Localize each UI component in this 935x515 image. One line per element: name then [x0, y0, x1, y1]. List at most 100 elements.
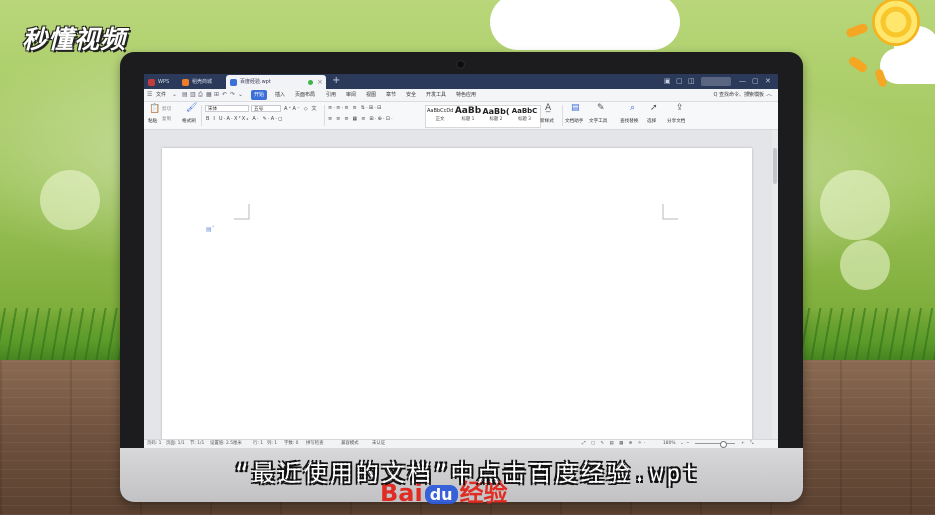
cloud-graphic: [490, 0, 680, 50]
vertical-scrollbar[interactable]: [772, 130, 778, 441]
preview-icon[interactable]: ▦: [206, 90, 212, 100]
find-replace-icon[interactable]: ⌕: [630, 103, 635, 113]
new-tab-button[interactable]: +: [332, 74, 340, 88]
font-size-grow-shrink-icons[interactable]: A⁺A⁻ ◇ 文: [284, 105, 318, 112]
bokeh-light: [40, 170, 100, 230]
paragraph-align-icons[interactable]: ≡ ≡ ≡ ▦ ≡ ⊞·⊕·⊡·: [328, 116, 394, 122]
font-style-icons[interactable]: B I U·A·X²X₂ A· ✎·A·◻: [206, 116, 284, 122]
webcam-icon: [456, 60, 465, 69]
tab-document[interactable]: 百度经验.wpt ×: [226, 75, 326, 89]
save-icon[interactable]: ▤: [182, 90, 188, 100]
pin-icon[interactable]: ◫: [688, 74, 695, 89]
monitor-frame: WPS 稻壳商城 百度经验.wpt × + ▣ ▢ ◫ — ▢ ✕ ☰ 文件 ⌄…: [120, 52, 803, 502]
cut-button[interactable]: 剪切: [162, 106, 171, 112]
status-compat-mode: 兼容模式: [341, 441, 359, 446]
dropdown-icon[interactable]: ⌄: [172, 90, 177, 100]
tab-wps-home[interactable]: WPS: [144, 75, 178, 89]
divider: [201, 105, 202, 126]
cloud-graphic: [880, 26, 935, 84]
scrollbar-thumb[interactable]: [773, 148, 777, 184]
document-icon: [230, 79, 237, 86]
text-tools-icon[interactable]: ✎: [597, 103, 605, 113]
document-page[interactable]: ▤ˇ: [162, 148, 752, 448]
view-mode-icons[interactable]: ⤢ ▢ ✎ ▤ ▦ ⊕ ☼·: [582, 440, 647, 448]
paste-button[interactable]: 粘贴: [148, 118, 157, 124]
menu-developer[interactable]: 开发工具: [423, 90, 449, 100]
print-icon[interactable]: ⎙: [198, 90, 203, 100]
wps-window: WPS 稻壳商城 百度经验.wpt × + ▣ ▢ ◫ — ▢ ✕ ☰ 文件 ⌄…: [144, 74, 778, 448]
menu-home[interactable]: 开始: [251, 90, 268, 100]
new-style-button[interactable]: 新样式: [540, 118, 554, 124]
menu-bar: ☰ 文件 ⌄ ▤ ▥ ⎙ ▦ ⊞ ↶ ↷ ⌄ 开始 插入 页面布局 引用 审阅 …: [144, 89, 778, 102]
dropdown-icon[interactable]: ⌄: [238, 90, 243, 100]
close-window-icon[interactable]: ✕: [765, 74, 771, 89]
copy-button[interactable]: 复制: [162, 116, 171, 122]
status-bar: 页码: 1 页面: 1/1 节: 1/1 设置值: 2.5厘米 行: 1 列: …: [144, 439, 778, 448]
share-document-button[interactable]: 分享文档: [667, 118, 685, 124]
status-word-count[interactable]: 字数: 0: [284, 440, 298, 448]
share-icon[interactable]: ⇪: [676, 103, 684, 113]
status-uncertified[interactable]: 未认证: [372, 440, 385, 448]
open-icon[interactable]: ▥: [190, 90, 196, 100]
format-painter-button[interactable]: 格式刷: [182, 118, 196, 124]
menu-features[interactable]: 特色应用: [453, 90, 479, 100]
menu-insert[interactable]: 插入: [272, 90, 288, 100]
menu-file[interactable]: 文件: [153, 90, 169, 100]
format-icon[interactable]: ⊞: [214, 90, 219, 100]
menu-references[interactable]: 引用: [323, 90, 339, 100]
zoom-in-icon[interactable]: +: [741, 440, 745, 448]
style-heading-1[interactable]: AaBb 标题 1: [454, 106, 482, 127]
select-button[interactable]: 选择: [647, 118, 656, 124]
zoom-slider-handle[interactable]: [720, 441, 727, 448]
wps-logo-icon: [148, 79, 155, 86]
bokeh-light: [840, 240, 890, 290]
minimize-icon[interactable]: —: [739, 74, 746, 89]
tab-docer-store[interactable]: 稻壳商城: [178, 75, 224, 89]
redo-icon[interactable]: ↷: [230, 90, 235, 100]
paragraph-list-icons[interactable]: ≡·≡·≡ ≡ ⇅·⊞·⊟: [328, 105, 382, 111]
document-assistant-icon[interactable]: ▤: [571, 103, 580, 113]
store-icon: [182, 79, 189, 86]
close-tab-icon[interactable]: ×: [317, 75, 323, 89]
document-canvas[interactable]: ▤ˇ: [144, 130, 778, 448]
new-style-icon[interactable]: A̲: [545, 103, 551, 113]
style-heading-3[interactable]: AaBbC 标题 3: [510, 106, 539, 127]
more-icon[interactable]: ⋮: [756, 90, 762, 100]
undo-icon[interactable]: ↶: [222, 90, 227, 100]
font-size-select[interactable]: 五号: [251, 105, 281, 112]
zoom-dropdown-icon[interactable]: ⌄: [680, 440, 684, 448]
text-tools-button[interactable]: 文字工具: [589, 118, 607, 124]
paste-icon[interactable]: 📋: [149, 104, 160, 114]
zoom-level[interactable]: 180%: [663, 440, 676, 448]
margin-corner-mark: [234, 204, 250, 220]
zoom-out-icon[interactable]: −: [686, 440, 690, 448]
skin-icon[interactable]: ▢: [676, 74, 683, 89]
font-name-select[interactable]: 宋体: [205, 105, 249, 112]
menu-view[interactable]: 视图: [363, 90, 379, 100]
avatar[interactable]: [701, 77, 731, 86]
status-section: 节: 1/1: [190, 441, 205, 446]
zoom-slider[interactable]: [695, 443, 735, 444]
status-column: 列: 1: [267, 441, 278, 446]
sun-ray-graphic: [845, 22, 869, 39]
layout-icon[interactable]: ▣: [664, 74, 671, 89]
menu-review[interactable]: 审阅: [343, 90, 359, 100]
find-replace-button[interactable]: 查找替换: [620, 118, 638, 124]
style-normal[interactable]: AaBbCcDd 正文: [427, 106, 453, 127]
fullscreen-icon[interactable]: ⤡: [750, 440, 754, 448]
help-icon[interactable]: ?: [747, 90, 750, 100]
maximize-icon[interactable]: ▢: [752, 74, 759, 89]
menu-security[interactable]: 安全: [403, 90, 419, 100]
spell-check-toggle[interactable]: 拼写检查: [306, 440, 324, 448]
menu-page-layout[interactable]: 页面布局: [292, 90, 318, 100]
paragraph-marker-icon: ▤ˇ: [206, 226, 215, 233]
sun-graphic: [872, 0, 920, 46]
document-assistant-button[interactable]: 文档助手: [565, 118, 583, 124]
style-heading-2[interactable]: AaBb( 标题 2: [482, 106, 510, 127]
format-painter-icon[interactable]: 🖌: [186, 103, 197, 113]
collapse-ribbon-icon[interactable]: ︿: [766, 90, 772, 100]
menu-section[interactable]: 章节: [383, 90, 399, 100]
select-arrow-icon[interactable]: ➚: [650, 103, 658, 113]
status-pages: 页面: 1/1: [166, 441, 185, 446]
bokeh-light: [820, 170, 890, 240]
